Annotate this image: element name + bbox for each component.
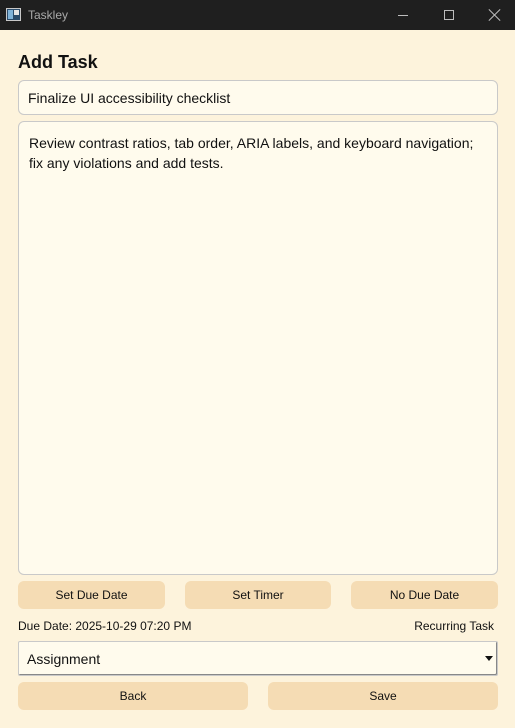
save-label: Save [369, 689, 397, 703]
set-timer-label: Set Timer [232, 588, 284, 602]
maximize-button[interactable] [426, 0, 472, 30]
set-timer-button[interactable]: Set Timer [185, 581, 331, 609]
title-bar: Taskley [0, 0, 515, 30]
task-title-value: Finalize UI accessibility checklist [28, 89, 231, 106]
app-icon [6, 8, 21, 21]
close-icon [489, 9, 501, 21]
no-due-date-button[interactable]: No Due Date [351, 581, 498, 609]
recurring-task-label[interactable]: Recurring Task [414, 619, 494, 633]
maximize-icon [444, 10, 454, 20]
set-due-date-button[interactable]: Set Due Date [18, 581, 165, 609]
page-title: Add Task [18, 52, 98, 72]
save-button[interactable]: Save [268, 682, 498, 710]
due-date-label: Due Date: 2025-10-29 07:20 PM [18, 619, 192, 633]
set-due-date-label: Set Due Date [55, 588, 128, 602]
category-select[interactable]: Assignment [18, 641, 498, 676]
minimize-button[interactable] [380, 0, 426, 30]
back-label: Back [119, 689, 147, 703]
no-due-date-label: No Due Date [389, 588, 460, 602]
minimize-icon [398, 14, 408, 16]
task-description-value: Review contrast ratios, tab order, ARIA … [29, 135, 474, 171]
task-description-textarea[interactable]: Review contrast ratios, tab order, ARIA … [18, 121, 498, 575]
chevron-down-icon [485, 656, 493, 661]
window-title: Taskley [28, 8, 69, 22]
close-button[interactable] [472, 0, 515, 30]
back-button[interactable]: Back [18, 682, 248, 710]
task-title-input[interactable]: Finalize UI accessibility checklist [18, 80, 498, 115]
category-selected-value: Assignment [27, 650, 101, 667]
